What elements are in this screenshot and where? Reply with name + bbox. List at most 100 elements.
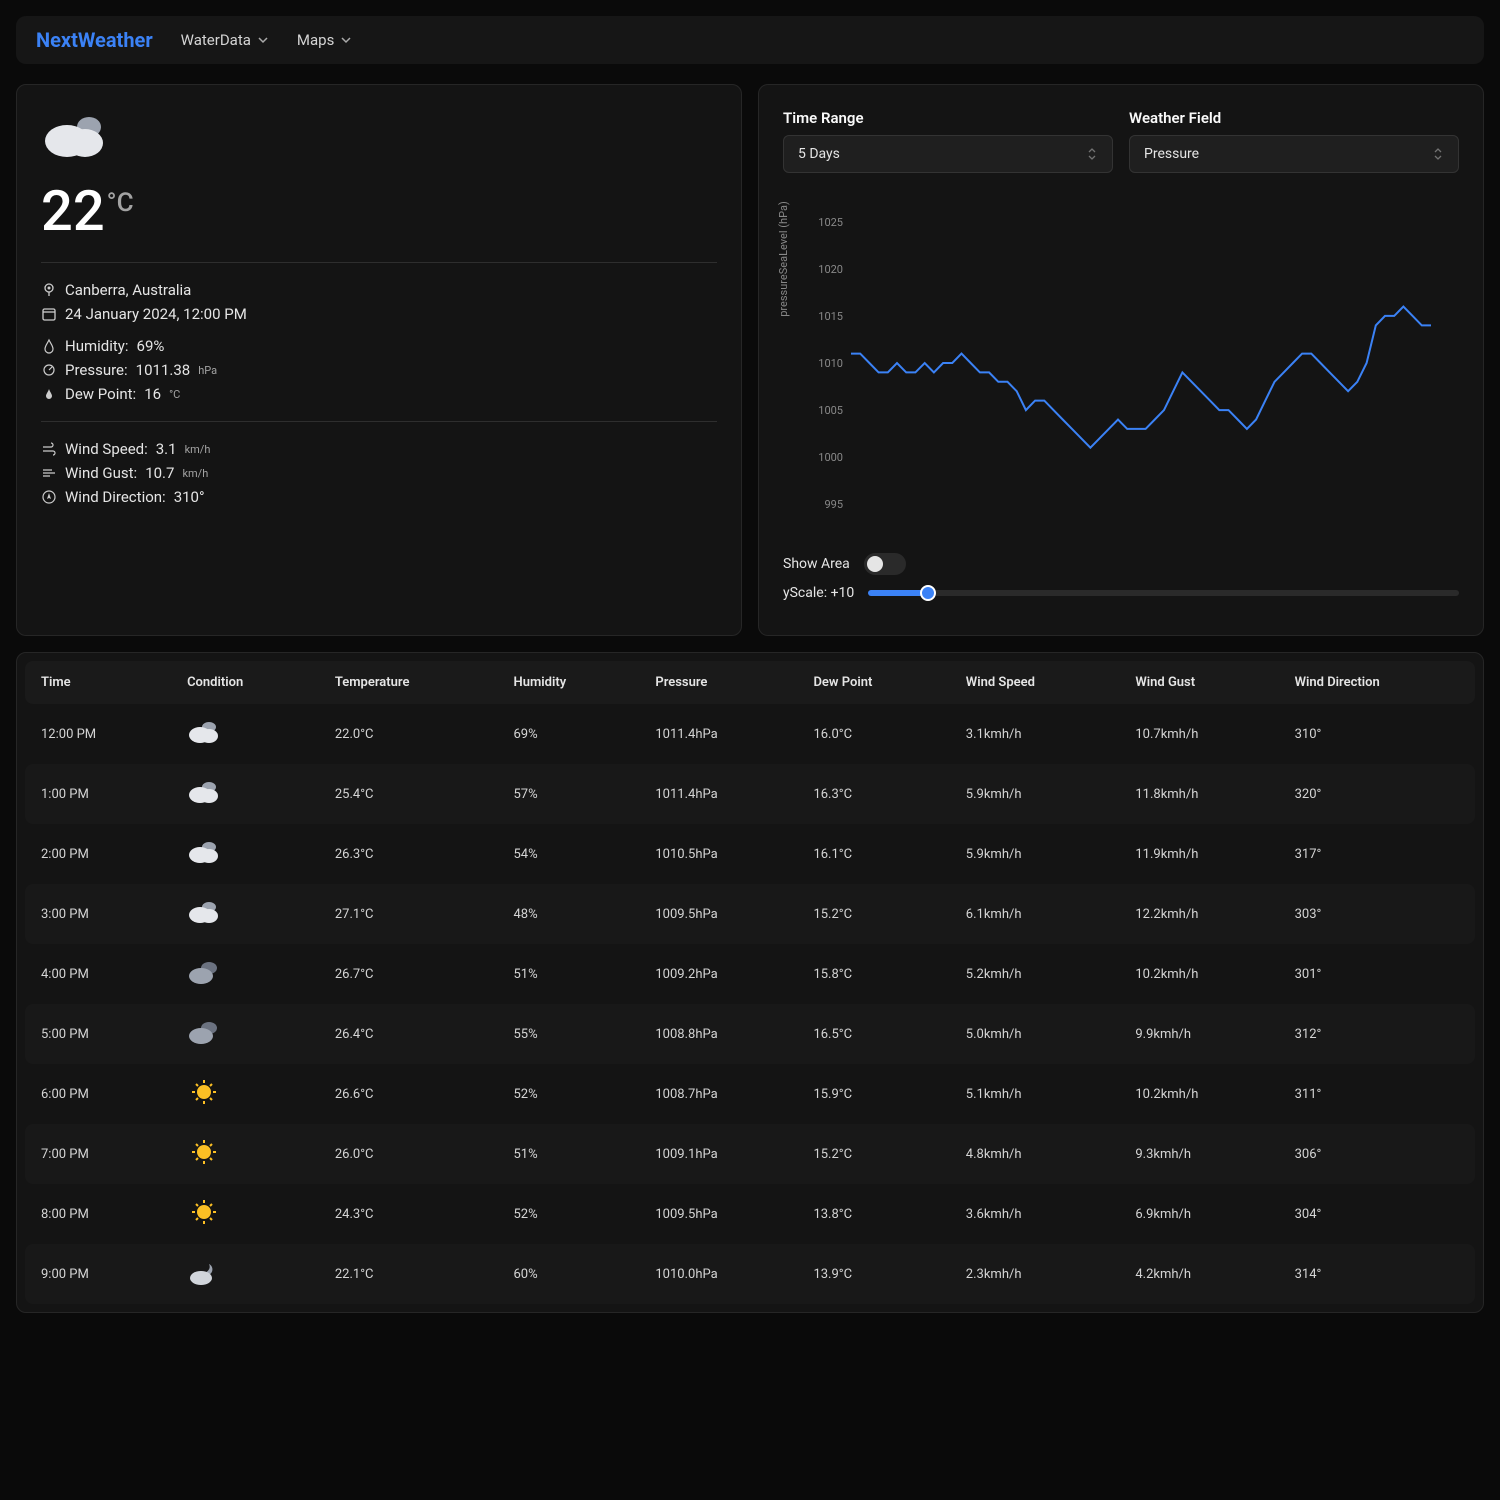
table-row: 1:00 PM25.4°C57%1011.4hPa16.3°C5.9kmh/h1… — [25, 764, 1475, 824]
table-cell: 57% — [498, 764, 640, 824]
condition-icon — [187, 975, 221, 990]
table-cell: 9.3kmh/h — [1119, 1124, 1278, 1184]
nav-item-label: Maps — [297, 31, 334, 49]
svg-text:1005: 1005 — [818, 404, 843, 417]
table-cell: 11.9kmh/h — [1119, 824, 1278, 884]
humidity-value: 69% — [137, 337, 165, 355]
pressure-icon — [41, 362, 57, 378]
winddir-label: Wind Direction: — [65, 488, 166, 506]
table-cell: 3.1kmh/h — [950, 704, 1120, 764]
table-cell: 4.8kmh/h — [950, 1124, 1120, 1184]
table-cell: 26.4°C — [319, 1004, 498, 1064]
table-cell: 5.9kmh/h — [950, 764, 1120, 824]
table-cell: 304° — [1279, 1184, 1475, 1244]
condition-icon — [187, 1215, 221, 1230]
yscale-slider[interactable] — [868, 585, 1459, 601]
table-row: 4:00 PM26.7°C51%1009.2hPa15.8°C5.2kmh/h1… — [25, 944, 1475, 1004]
nav-maps[interactable]: Maps — [297, 31, 352, 49]
brand-logo[interactable]: NextWeather — [36, 28, 153, 52]
chevron-down-icon — [257, 34, 269, 46]
chevron-down-icon — [340, 34, 352, 46]
table-cell: 3:00 PM — [25, 884, 171, 944]
forecast-table: TimeConditionTemperatureHumidityPressure… — [25, 661, 1475, 1304]
datetime-text: 24 January 2024, 12:00 PM — [65, 305, 247, 323]
table-cell: 1008.7hPa — [639, 1064, 797, 1124]
table-cell: 12:00 PM — [25, 704, 171, 764]
svg-text:1020: 1020 — [818, 263, 843, 276]
table-cell: 22.1°C — [319, 1244, 498, 1304]
table-cell — [171, 1244, 319, 1304]
table-cell: 10.2kmh/h — [1119, 1064, 1278, 1124]
windgust-value: 10.7 — [145, 464, 174, 482]
table-cell — [171, 764, 319, 824]
table-cell: 1:00 PM — [25, 764, 171, 824]
showarea-label: Show Area — [783, 556, 850, 572]
table-cell: 1010.0hPa — [639, 1244, 797, 1304]
humidity-label: Humidity: — [65, 337, 129, 355]
wind-icon — [41, 441, 57, 457]
pressure-unit: hPa — [198, 364, 217, 377]
table-row: 2:00 PM26.3°C54%1010.5hPa16.1°C5.9kmh/h1… — [25, 824, 1475, 884]
table-cell: 4:00 PM — [25, 944, 171, 1004]
gust-icon — [41, 465, 57, 481]
condition-icon — [187, 855, 221, 870]
table-header: Condition — [171, 661, 319, 704]
table-cell: 60% — [498, 1244, 640, 1304]
pressure-label: Pressure: — [65, 361, 128, 379]
svg-text:1000: 1000 — [818, 451, 843, 464]
windspeed-value: 3.1 — [156, 440, 177, 458]
table-cell: 311° — [1279, 1064, 1475, 1124]
location-row: Canberra, Australia — [41, 281, 717, 299]
table-header: Humidity — [498, 661, 640, 704]
table-cell: 8:00 PM — [25, 1184, 171, 1244]
table-cell: 9.9kmh/h — [1119, 1004, 1278, 1064]
table-cell — [171, 1124, 319, 1184]
windspeed-row: Wind Speed: 3.1km/h — [41, 440, 717, 458]
table-header: Wind Speed — [950, 661, 1120, 704]
table-cell — [171, 1064, 319, 1124]
table-cell: 51% — [498, 944, 640, 1004]
table-cell: 1009.2hPa — [639, 944, 797, 1004]
table-cell: 16.1°C — [797, 824, 949, 884]
field-select[interactable]: Pressure — [1129, 135, 1459, 173]
chart-card: Time Range 5 Days Weather Field Pressure… — [758, 84, 1484, 636]
table-cell: 15.2°C — [797, 884, 949, 944]
current-conditions-card: 22 °C Canberra, Australia 24 January 202… — [16, 84, 742, 636]
table-cell: 1008.8hPa — [639, 1004, 797, 1064]
table-cell: 69% — [498, 704, 640, 764]
winddir-value: 310° — [174, 488, 205, 506]
divider — [41, 421, 717, 422]
svg-text:1015: 1015 — [818, 310, 843, 323]
windgust-unit: km/h — [182, 467, 208, 480]
condition-icon — [187, 795, 221, 810]
svg-text:1010: 1010 — [818, 357, 843, 370]
table-row: 8:00 PM24.3°C52%1009.5hPa13.8°C3.6kmh/h6… — [25, 1184, 1475, 1244]
timerange-select[interactable]: 5 Days — [783, 135, 1113, 173]
table-cell: 314° — [1279, 1244, 1475, 1304]
table-cell: 13.9°C — [797, 1244, 949, 1304]
table-cell: 7:00 PM — [25, 1124, 171, 1184]
table-cell: 5:00 PM — [25, 1004, 171, 1064]
table-cell: 310° — [1279, 704, 1475, 764]
table-cell: 22.0°C — [319, 704, 498, 764]
dew-value: 16 — [144, 385, 161, 403]
field-label: Weather Field — [1129, 109, 1459, 127]
nav-waterdata[interactable]: WaterData — [181, 31, 269, 49]
humidity-icon — [41, 338, 57, 354]
table-cell: 24.3°C — [319, 1184, 498, 1244]
location-pin-icon — [41, 282, 57, 298]
svg-text:995: 995 — [824, 498, 843, 511]
dewpoint-icon — [41, 386, 57, 402]
table-cell: 4.2kmh/h — [1119, 1244, 1278, 1304]
table-header: Dew Point — [797, 661, 949, 704]
table-cell: 15.2°C — [797, 1124, 949, 1184]
table-row: 3:00 PM27.1°C48%1009.5hPa15.2°C6.1kmh/h1… — [25, 884, 1475, 944]
temp-unit: °C — [107, 188, 134, 218]
showarea-toggle[interactable] — [864, 553, 906, 575]
condition-icon — [187, 735, 221, 750]
table-cell — [171, 884, 319, 944]
divider — [41, 262, 717, 263]
table-cell: 51% — [498, 1124, 640, 1184]
table-cell: 26.0°C — [319, 1124, 498, 1184]
current-temp: 22 °C — [41, 178, 717, 244]
